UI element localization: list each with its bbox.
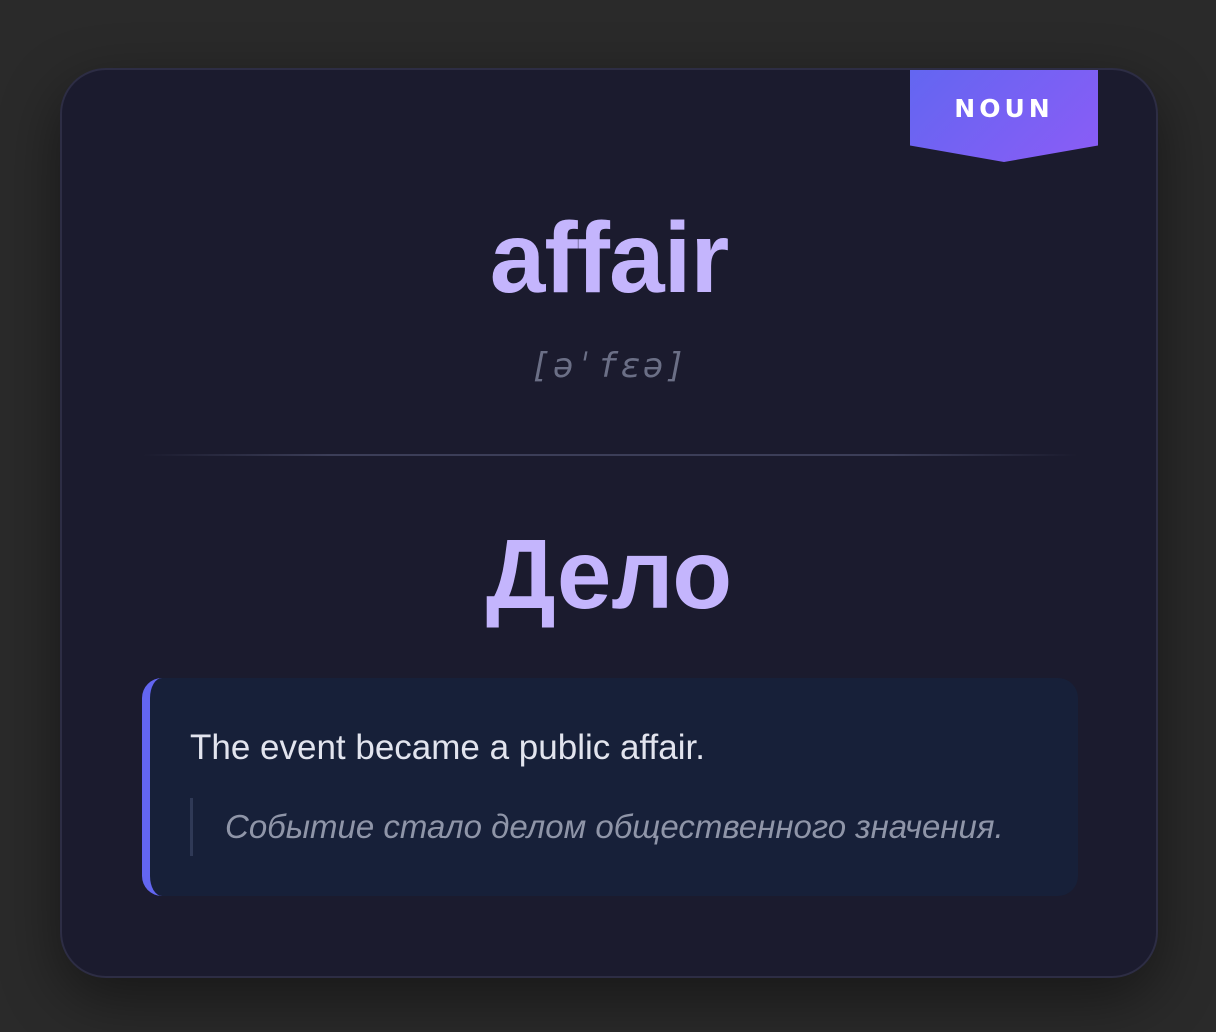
phonetic-transcription: [əˈfɛə]	[530, 346, 688, 386]
part-of-speech-label: NOUN	[954, 94, 1054, 123]
example-block: The event became a public affair. Событи…	[142, 678, 1078, 896]
part-of-speech-badge: NOUN	[910, 70, 1098, 162]
divider	[142, 454, 1078, 456]
translation-heading: Дело	[485, 519, 733, 629]
flashcard[interactable]: NOUN affair [əˈfɛə] Дело The event becam…	[60, 68, 1158, 978]
word-heading: affair	[489, 202, 730, 314]
example-sentence: The event became a public affair.	[190, 728, 705, 767]
example-translation: Событие стало делом общественного значен…	[190, 798, 1004, 856]
